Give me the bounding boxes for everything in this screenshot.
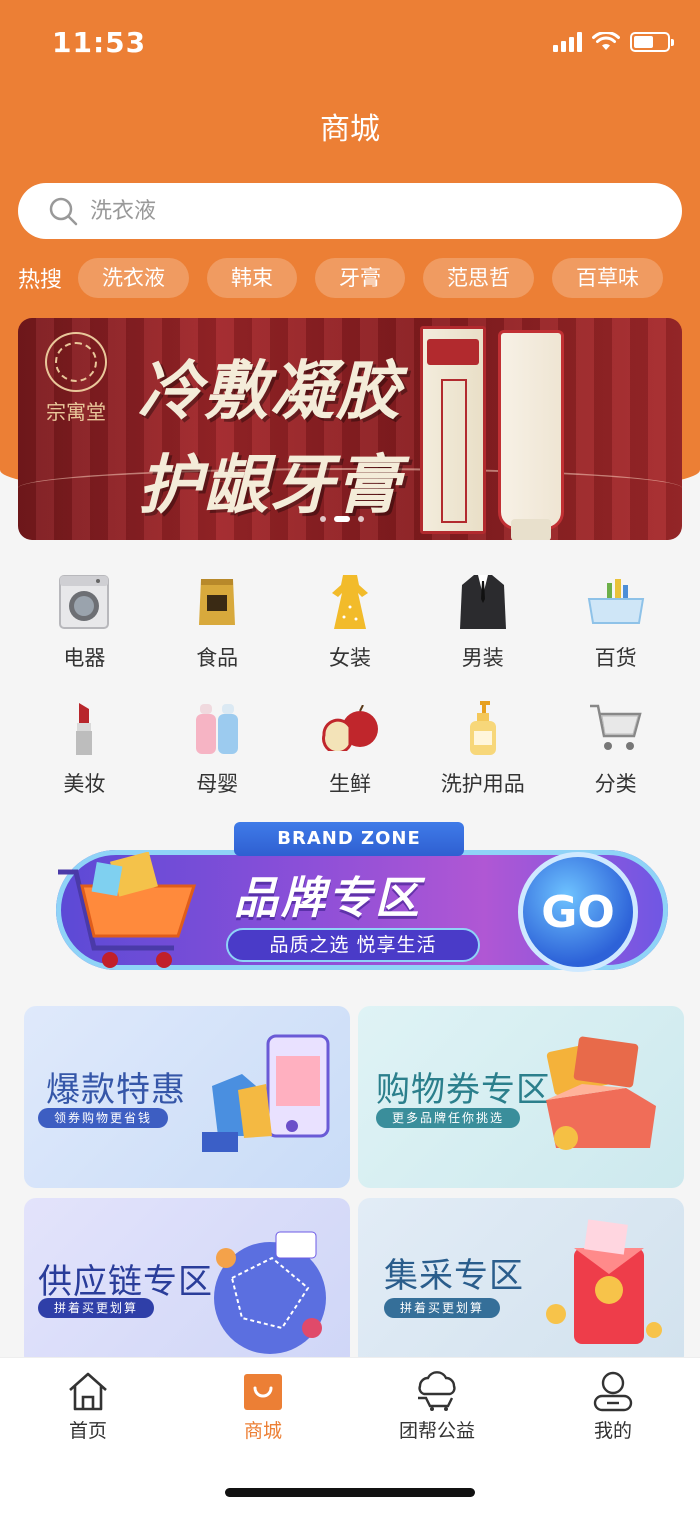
promo-card-hot-deals[interactable]: 爆款特惠 领券购物更省钱 — [24, 1006, 350, 1188]
shopping-illustration — [202, 1034, 330, 1152]
banner-headline: 冷敷凝胶 — [138, 355, 402, 429]
category-label: 母婴 — [196, 772, 239, 796]
promo-title: 爆款特惠 — [46, 1070, 186, 1110]
category-womenswear[interactable]: 女装 — [284, 570, 417, 672]
home-icon — [69, 1372, 107, 1411]
category-cosmetics[interactable]: 美妆 — [18, 696, 151, 798]
promo-tag: 领券购物更省钱 — [38, 1108, 169, 1128]
washing-machine-icon — [52, 570, 116, 634]
promo-tag: 更多品牌任你挑选 — [376, 1108, 521, 1128]
category-label: 分类 — [594, 772, 637, 796]
dress-icon — [318, 570, 382, 634]
promo-title: 集采专区 — [384, 1256, 524, 1296]
promo-card-coupon-zone[interactable]: 购物券专区 更多品牌任你挑选 — [358, 1006, 684, 1188]
red-envelope-illustration — [546, 1219, 662, 1344]
brand-logo-text: 宗寓堂 — [46, 400, 106, 424]
category-label: 食品 — [196, 646, 239, 670]
brand-zone-banner[interactable]: BRAND ZONE 品牌专区 品质之选 悦享生活 GO — [24, 822, 684, 982]
category-label: 洗护用品 — [440, 772, 525, 796]
promo-card-group-buy[interactable]: 集采专区 拼着买更划算 — [358, 1198, 684, 1368]
wifi-icon — [592, 32, 620, 50]
shopping-cart-icon — [584, 696, 648, 760]
carousel-dot — [320, 516, 326, 522]
category-label: 电器 — [63, 646, 106, 670]
home-indicator — [225, 1488, 475, 1497]
search-bar[interactable] — [18, 183, 682, 239]
category-label: 女装 — [328, 646, 371, 670]
promo-card-supply-chain[interactable]: 供应链专区 拼着买更划算 — [24, 1198, 350, 1368]
category-menswear[interactable]: 男装 — [416, 570, 549, 672]
apple-icon — [318, 696, 382, 760]
tab-label: 我的 — [593, 1420, 632, 1442]
hot-search-label: 热搜 — [18, 268, 63, 293]
battery-icon — [630, 32, 674, 52]
promo-tag: 拼着买更划算 — [38, 1298, 155, 1318]
promo-tag: 拼着买更划算 — [384, 1298, 501, 1318]
brand-zone-ribbon: BRAND ZONE — [234, 822, 464, 856]
status-icons — [553, 32, 674, 52]
category-label: 生鲜 — [328, 772, 371, 796]
brand-zone-subtitle: 品质之选 悦享生活 — [226, 928, 480, 962]
status-time: 11:53 — [52, 26, 147, 59]
category-appliances[interactable]: 电器 — [18, 570, 151, 672]
tab-mall[interactable]: 商城 — [203, 1370, 323, 1443]
banner-headline: 护龈牙膏 — [138, 449, 402, 523]
hot-search-tag[interactable]: 洗衣液 — [78, 258, 190, 298]
carousel-indicator — [320, 516, 364, 522]
carousel-dot-active — [334, 516, 350, 522]
search-icon — [49, 197, 78, 226]
status-bar: 11:53 — [0, 0, 700, 88]
category-label: 百货 — [594, 646, 637, 670]
page-title: 商城 — [320, 112, 380, 147]
category-label: 男装 — [461, 646, 504, 670]
lipstick-icon — [52, 696, 116, 760]
category-food[interactable]: 食品 — [151, 570, 284, 672]
food-bag-icon — [185, 570, 249, 634]
promo-grid: 爆款特惠 领券购物更省钱 购物券专区 更多品牌任你挑选 供应链专区 拼着买更划算 — [24, 1006, 684, 1368]
hot-search-row: 热搜 洗衣液 韩束 牙膏 范思哲 百草味 — [18, 258, 681, 298]
promo-banner[interactable]: 宗寓堂 冷敷凝胶 护龈牙膏 — [18, 318, 682, 540]
profile-icon — [593, 1371, 633, 1412]
category-all[interactable]: 分类 — [549, 696, 682, 798]
hot-search-tag[interactable]: 牙膏 — [315, 258, 406, 298]
go-button[interactable]: GO — [518, 852, 638, 972]
tab-label: 商城 — [243, 1420, 282, 1442]
search-input[interactable] — [90, 198, 590, 224]
baby-bottle-icon — [185, 696, 249, 760]
tab-charity[interactable]: 团帮公益 — [377, 1370, 497, 1443]
suit-icon — [451, 570, 515, 634]
hot-search-tag[interactable]: 韩束 — [207, 258, 298, 298]
tab-profile[interactable]: 我的 — [553, 1370, 673, 1443]
product-box-image — [420, 326, 486, 534]
category-baby[interactable]: 母婴 — [151, 696, 284, 798]
category-general[interactable]: 百货 — [549, 570, 682, 672]
hot-search-tag[interactable]: 百草味 — [552, 258, 664, 298]
coupon-box-illustration — [546, 1036, 656, 1150]
tab-label: 团帮公益 — [398, 1420, 475, 1442]
category-grid: 电器 食品 女装 男装 百货 美妆 母婴 生鲜 洗护用品 分类 — [18, 570, 682, 798]
promo-title: 供应链专区 — [38, 1262, 213, 1302]
tab-label: 首页 — [68, 1420, 107, 1442]
carousel-dot — [358, 516, 364, 522]
brand-logo: 宗寓堂 — [34, 332, 118, 426]
category-personal-care[interactable]: 洗护用品 — [416, 696, 549, 798]
shopping-bag-icon — [244, 1374, 282, 1410]
tab-home[interactable]: 首页 — [28, 1370, 148, 1443]
brand-zone-title: 品牌专区 — [234, 873, 422, 924]
storage-box-icon — [584, 570, 648, 634]
product-tube-image — [498, 330, 564, 540]
category-label: 美妆 — [63, 772, 106, 796]
shopping-cart-icon — [58, 852, 197, 968]
hot-search-tag[interactable]: 范思哲 — [423, 258, 535, 298]
charity-icon — [418, 1371, 456, 1411]
signal-icon — [553, 32, 582, 52]
promo-title: 购物券专区 — [376, 1070, 551, 1110]
network-illustration — [214, 1231, 326, 1354]
category-fresh[interactable]: 生鲜 — [284, 696, 417, 798]
lotion-bottle-icon — [451, 696, 515, 760]
seal-icon — [45, 332, 107, 392]
